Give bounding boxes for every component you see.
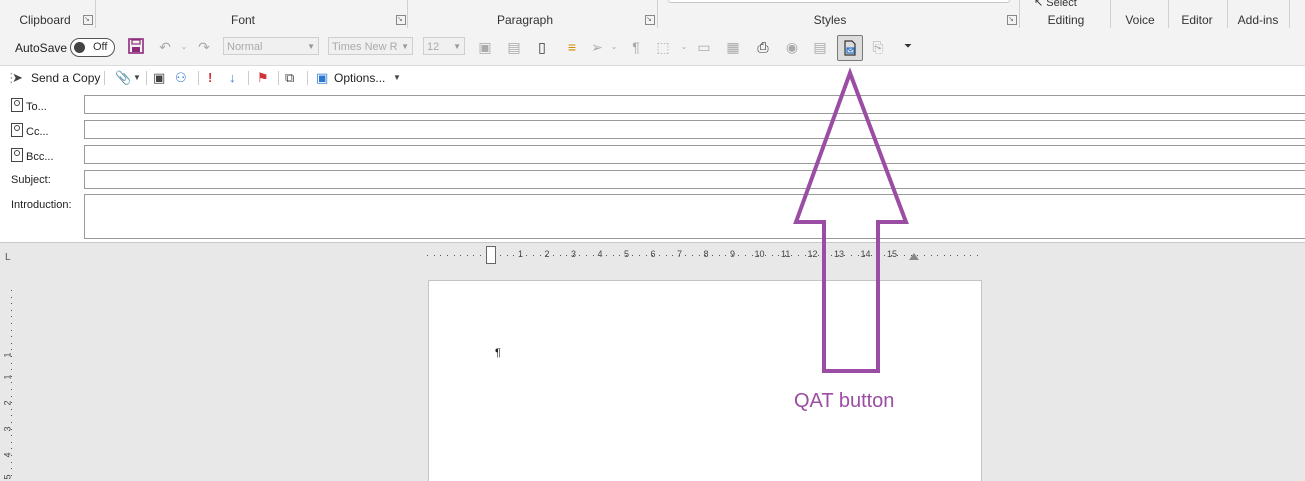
annotation-label: QAT button (794, 390, 895, 412)
annotation-arrow (793, 67, 909, 373)
annotation-arrow-shape (793, 67, 909, 373)
